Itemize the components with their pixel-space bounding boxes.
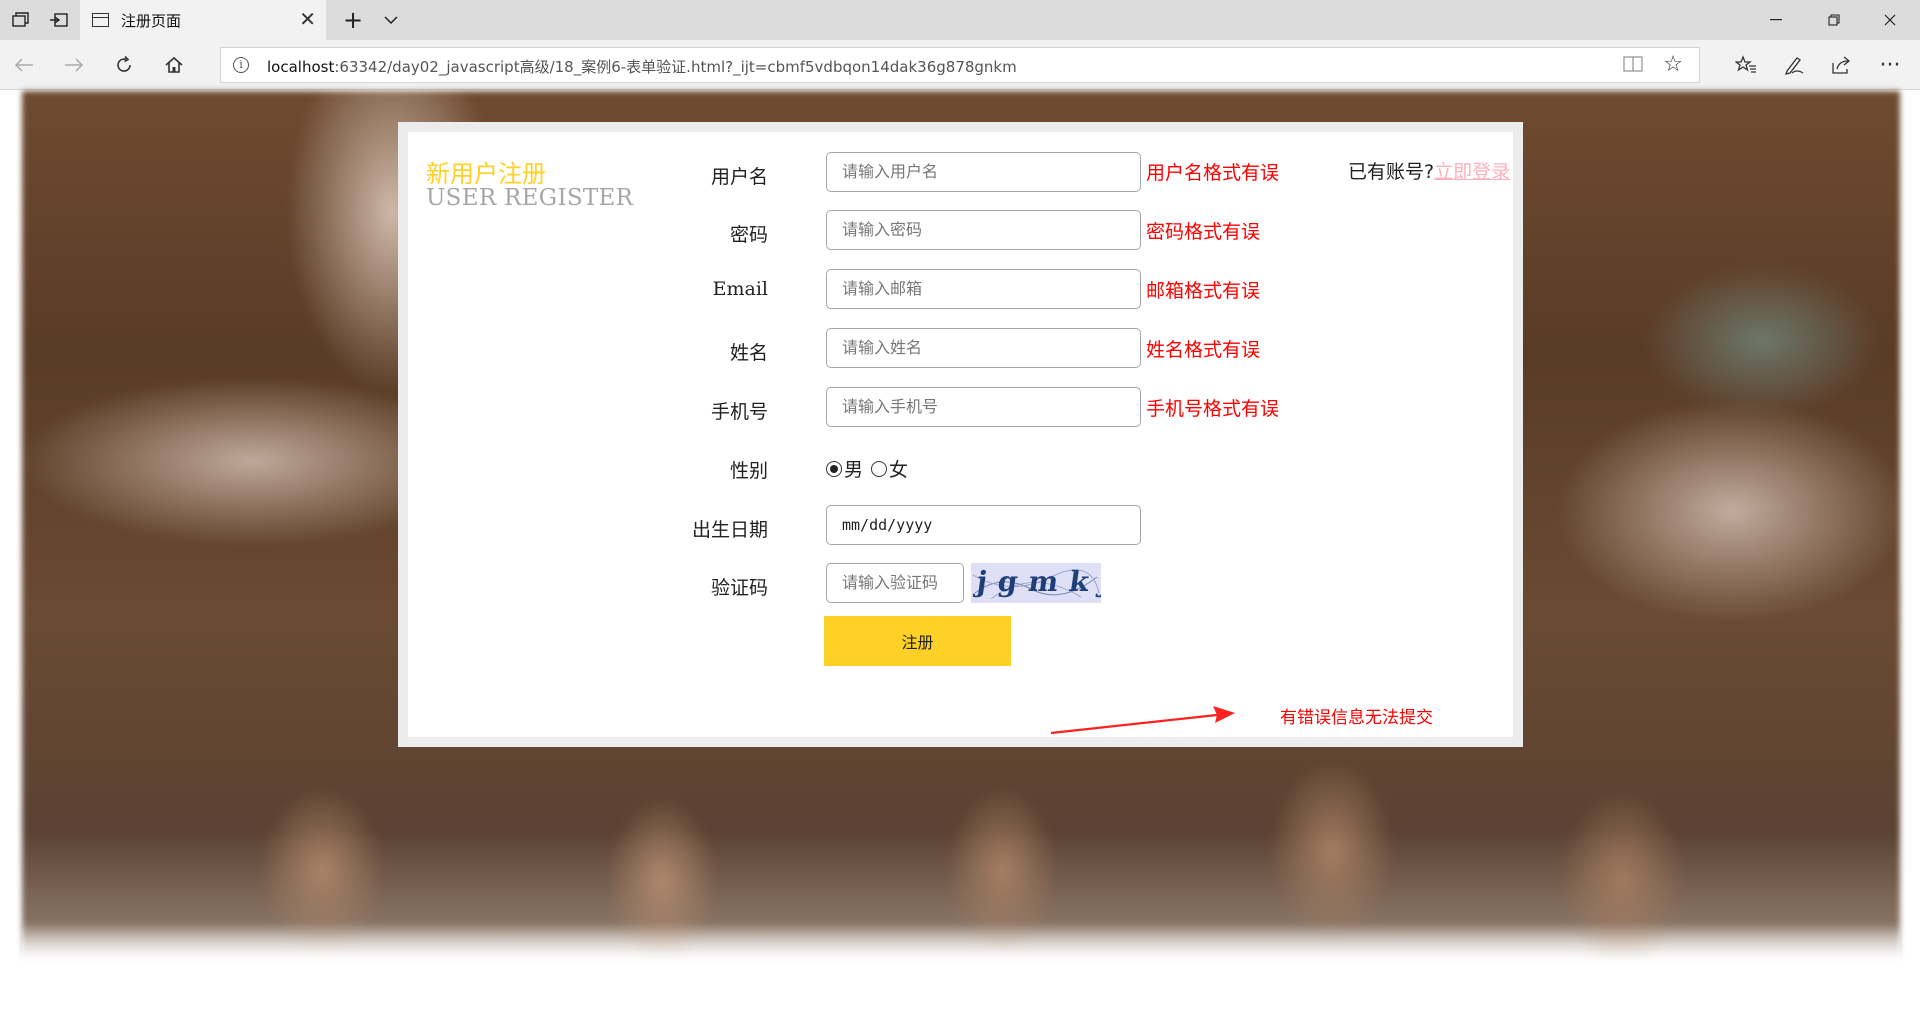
name-error: 姓名格式有误 [1146, 339, 1261, 361]
captcha-image[interactable]: jgmkj [971, 563, 1101, 603]
reading-view-icon[interactable] [1623, 55, 1643, 78]
gender-female-label: 女 [889, 459, 909, 481]
annotation-arrow [1050, 706, 1235, 735]
gender-male-label: 男 [844, 459, 864, 481]
form-row-password: 密码 请输入密码 密码格式有误 [408, 210, 1513, 252]
email-input[interactable]: 请输入邮箱 [826, 269, 1141, 309]
password-label: 密码 [729, 224, 768, 246]
address-bar[interactable]: i localhost:63342/day02_javascript高级/18_… [220, 47, 1700, 83]
phone-input[interactable]: 请输入手机号 [826, 387, 1141, 427]
page-viewport: 新用户注册 USER REGISTER 用户名 请输入用户名 用户名格式有误 密… [0, 91, 1920, 1030]
more-menu-icon[interactable]: ··· [1872, 49, 1908, 81]
share-icon[interactable] [1824, 49, 1860, 81]
browser-tab-bar: 注册页面 ✕ + [0, 0, 1920, 40]
tab-close-icon[interactable]: ✕ [299, 9, 316, 29]
refresh-icon[interactable] [108, 50, 140, 80]
phone-error: 手机号格式有误 [1146, 398, 1280, 420]
captcha-input[interactable]: 请输入验证码 [826, 563, 964, 603]
name-input[interactable]: 请输入姓名 [826, 328, 1141, 368]
login-prompt-text: 已有账号? [1348, 161, 1435, 183]
username-error: 用户名格式有误 [1146, 162, 1280, 184]
url-text: localhost:63342/day02_javascript高级/18_案例… [267, 58, 1017, 76]
register-submit-button[interactable]: 注册 [824, 616, 1011, 666]
annotation-text: 有错误信息无法提交 [1280, 708, 1433, 728]
tab-preview-icon[interactable] [8, 8, 34, 32]
username-label: 用户名 [710, 166, 768, 188]
username-input[interactable]: 请输入用户名 [826, 152, 1141, 192]
favorite-star-icon[interactable]: ☆ [1663, 52, 1683, 77]
gender-label: 性别 [729, 460, 768, 482]
register-panel: 新用户注册 USER REGISTER 用户名 请输入用户名 用户名格式有误 密… [398, 122, 1523, 747]
form-row-email: Email 请输入邮箱 邮箱格式有误 [408, 269, 1513, 311]
forward-icon[interactable] [58, 50, 90, 80]
gender-male-radio[interactable] [826, 460, 842, 477]
pen-notes-icon[interactable] [1776, 49, 1812, 81]
phone-label: 手机号 [710, 401, 768, 423]
tab-title: 注册页面 [121, 11, 182, 30]
close-window-icon[interactable] [1862, 0, 1918, 40]
site-info-icon[interactable]: i [233, 57, 249, 73]
email-label: Email [712, 278, 768, 300]
back-icon[interactable] [8, 50, 40, 80]
tab-register-page[interactable]: 注册页面 ✕ [80, 0, 326, 40]
form-row-captcha: 验证码 请输入验证码 jgmkj [408, 563, 1513, 605]
form-row-phone: 手机号 请输入手机号 手机号格式有误 [408, 387, 1513, 429]
set-aside-tabs-icon[interactable] [46, 8, 72, 32]
name-label: 姓名 [729, 342, 768, 364]
birthday-label: 出生日期 [691, 519, 768, 541]
minimize-icon[interactable] [1748, 0, 1804, 40]
new-tab-icon[interactable]: + [340, 6, 366, 34]
gender-female-radio[interactable] [871, 460, 888, 477]
password-input[interactable]: 请输入密码 [826, 210, 1141, 250]
captcha-label: 验证码 [710, 577, 768, 599]
form-row-birthday: 出生日期 mm/dd/yyyy [408, 505, 1513, 547]
captcha-text: jgmkj [974, 565, 1101, 598]
form-row-name: 姓名 请输入姓名 姓名格式有误 [408, 328, 1513, 370]
restore-icon[interactable] [1806, 0, 1862, 40]
browser-nav-bar: i localhost:63342/day02_javascript高级/18_… [0, 40, 1920, 90]
gender-group: 男 女 [826, 455, 908, 482]
home-icon[interactable] [158, 50, 190, 80]
birthday-date-input[interactable]: mm/dd/yyyy [826, 505, 1141, 545]
login-prompt: 已有账号?立即登录 [1348, 157, 1510, 184]
email-error: 邮箱格式有误 [1146, 280, 1261, 302]
tab-list-chevron-icon[interactable] [378, 8, 404, 32]
page-icon [92, 13, 109, 27]
favorites-list-icon[interactable] [1728, 49, 1764, 81]
register-panel-inner: 新用户注册 USER REGISTER 用户名 请输入用户名 用户名格式有误 密… [408, 132, 1513, 737]
form-row-gender: 性别 男 女 [408, 446, 1513, 488]
login-link[interactable]: 立即登录 [1434, 161, 1510, 183]
password-error: 密码格式有误 [1146, 221, 1261, 243]
